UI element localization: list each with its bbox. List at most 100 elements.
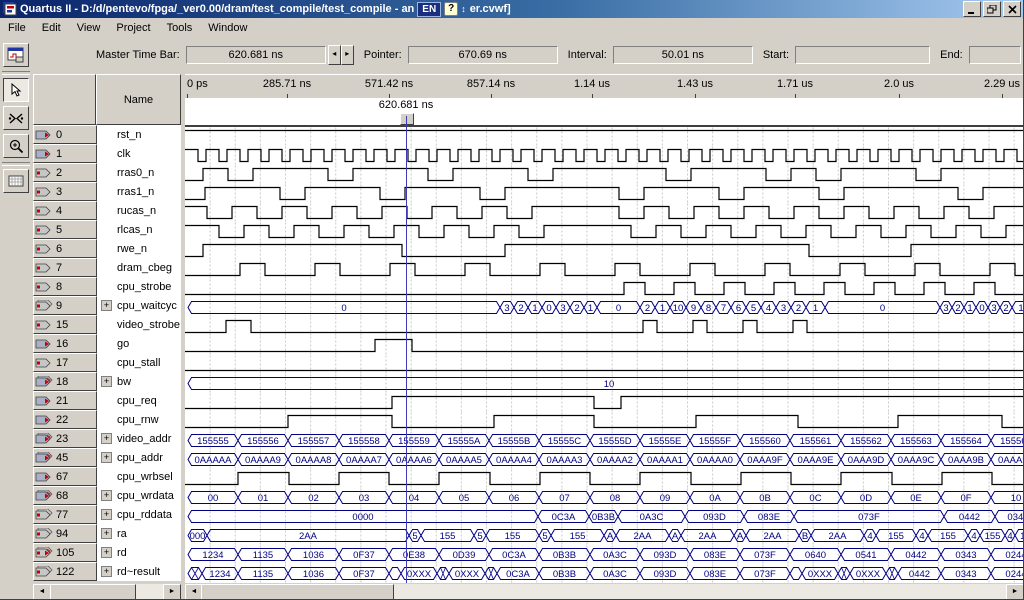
master-time-bar-handle[interactable] xyxy=(400,113,414,125)
waveform-row-cpu_wrbsel[interactable] xyxy=(185,469,1024,488)
help-icon[interactable]: ? xyxy=(444,2,458,16)
signal-index-122[interactable]: 122 xyxy=(33,562,97,581)
restore-button[interactable] xyxy=(983,1,1001,17)
signal-name-cell[interactable]: dram_cbeg xyxy=(97,258,181,277)
minimize-button[interactable] xyxy=(963,1,981,17)
signal-row-go[interactable]: 16go xyxy=(33,334,181,353)
waveform-row-rras1_n[interactable] xyxy=(185,184,1024,203)
menu-project[interactable]: Project xyxy=(108,20,158,36)
scroll-thumb[interactable] xyxy=(50,584,136,600)
scroll-right-button[interactable]: ► xyxy=(1006,584,1024,600)
waveform-row-bw[interactable]: 10 xyxy=(185,374,1024,393)
signal-index-5[interactable]: 5 xyxy=(33,220,97,239)
waveform-row-cpu_stall[interactable] xyxy=(185,355,1024,374)
signal-name-cell[interactable]: rras1_n xyxy=(97,182,181,201)
signal-row-dram_cbeg[interactable]: 7dram_cbeg xyxy=(33,258,181,277)
signal-row-cpu_req[interactable]: 21cpu_req xyxy=(33,391,181,410)
signal-name-cell[interactable]: rucas_n xyxy=(97,201,181,220)
waveform-row-ra[interactable]: 0002AA515551555155A2AAA2AAA2AAB2AA415541… xyxy=(185,526,1024,545)
signal-name-cell[interactable]: +bw xyxy=(97,372,181,391)
signal-name-cell[interactable]: cpu_req xyxy=(97,391,181,410)
signal-name-cell[interactable]: +rd~result xyxy=(97,562,181,581)
waveform-row-rucas_n[interactable] xyxy=(185,203,1024,222)
waveform-row-go[interactable] xyxy=(185,336,1024,355)
expand-plus-icon[interactable]: + xyxy=(101,452,112,463)
signal-index-15[interactable]: 15 xyxy=(33,315,97,334)
signal-index-17[interactable]: 17 xyxy=(33,353,97,372)
waveform-row-cpu_rddata[interactable]: 00000C3A0B3B0A3C093D083E073F04420343 xyxy=(185,507,1024,526)
waveform-row-cpu_strobe[interactable] xyxy=(185,279,1024,298)
signal-index-23[interactable]: 23 xyxy=(33,429,97,448)
expand-plus-icon[interactable]: + xyxy=(101,300,112,311)
expand-plus-icon[interactable]: + xyxy=(101,376,112,387)
expand-plus-icon[interactable]: + xyxy=(101,490,112,501)
signal-row-rd[interactable]: 105+rd xyxy=(33,543,181,562)
signal-index-4[interactable]: 4 xyxy=(33,201,97,220)
signal-index-2[interactable]: 2 xyxy=(33,163,97,182)
waveform-row-rras0_n[interactable] xyxy=(185,165,1024,184)
signal-row-video_strobe[interactable]: 15video_strobe xyxy=(33,315,181,334)
waveform-row-rd~result[interactable]: 1234113510360F370XXX0XXX0C3A0B3B0A3C093D… xyxy=(185,564,1024,583)
signal-name-cell[interactable]: rras0_n xyxy=(97,163,181,182)
signal-name-cell[interactable]: rst_n xyxy=(97,125,181,144)
signal-row-rlcas_n[interactable]: 5rlcas_n xyxy=(33,220,181,239)
signal-index-45[interactable]: 45 xyxy=(33,448,97,467)
signal-name-cell[interactable]: +ra xyxy=(97,524,181,543)
signal-name-cell[interactable]: cpu_strobe xyxy=(97,277,181,296)
expand-plus-icon[interactable]: + xyxy=(101,528,112,539)
waveform-row-cpu_req[interactable] xyxy=(185,393,1024,412)
signal-row-cpu_wrbsel[interactable]: 67cpu_wrbsel xyxy=(33,467,181,486)
signal-row-clk[interactable]: 1clk xyxy=(33,144,181,163)
waveform-row-rd[interactable]: 1234113510360F370E380D390C3A0B3B0A3C093D… xyxy=(185,545,1024,564)
menu-window[interactable]: Window xyxy=(200,20,255,36)
signal-name-cell[interactable]: cpu_stall xyxy=(97,353,181,372)
signal-index-16[interactable]: 16 xyxy=(33,334,97,353)
expand-plus-icon[interactable]: + xyxy=(101,433,112,444)
signal-row-video_addr[interactable]: 23+video_addr xyxy=(33,429,181,448)
signal-index-1[interactable]: 1 xyxy=(33,144,97,163)
name-column-header[interactable]: Name xyxy=(96,74,181,125)
signal-index-77[interactable]: 77 xyxy=(33,505,97,524)
waveform-row-dram_cbeg[interactable] xyxy=(185,260,1024,279)
scroll-right-button[interactable]: ► xyxy=(163,584,181,600)
signal-index-21[interactable]: 21 xyxy=(33,391,97,410)
signal-row-cpu_addr[interactable]: 45+cpu_addr xyxy=(33,448,181,467)
signal-index-9[interactable]: 9 xyxy=(33,296,97,315)
scroll-thumb[interactable] xyxy=(201,584,394,600)
signal-name-cell[interactable]: +cpu_wrdata xyxy=(97,486,181,505)
signal-index-22[interactable]: 22 xyxy=(33,410,97,429)
signal-name-cell[interactable]: cpu_rnw xyxy=(97,410,181,429)
signal-row-rucas_n[interactable]: 4rucas_n xyxy=(33,201,181,220)
signal-name-cell[interactable]: +rd xyxy=(97,543,181,562)
signal-index-6[interactable]: 6 xyxy=(33,239,97,258)
snap-to-transition-tool-button[interactable] xyxy=(3,106,29,130)
menu-view[interactable]: View xyxy=(69,20,109,36)
signal-name-cell[interactable]: +video_addr xyxy=(97,429,181,448)
close-button[interactable] xyxy=(1003,1,1021,17)
waveform-row-rwe_n[interactable] xyxy=(185,241,1024,260)
grid-tool-button[interactable] xyxy=(3,169,29,193)
waveform-row-rst_n[interactable] xyxy=(185,127,1024,146)
signal-row-rras0_n[interactable]: 2rras0_n xyxy=(33,163,181,182)
menu-file[interactable]: File xyxy=(0,20,34,36)
signal-row-cpu_strobe[interactable]: 8cpu_strobe xyxy=(33,277,181,296)
waveform-row-video_strobe[interactable] xyxy=(185,317,1024,336)
name-panel-hscrollbar[interactable]: ◄ ► xyxy=(33,583,181,600)
signal-name-cell[interactable]: rwe_n xyxy=(97,239,181,258)
signal-row-cpu_wrdata[interactable]: 68+cpu_wrdata xyxy=(33,486,181,505)
title-bar[interactable]: Quartus II - D:/d/pentevo/fpga/_ver0.00/… xyxy=(0,0,1023,18)
signal-index-68[interactable]: 68 xyxy=(33,486,97,505)
signal-name-cell[interactable]: +cpu_waitcyc xyxy=(97,296,181,315)
signal-row-cpu_waitcyc[interactable]: 9+cpu_waitcyc xyxy=(33,296,181,315)
waveform-hscrollbar[interactable]: ◄ ► xyxy=(185,583,1024,600)
zoom-tool-button[interactable] xyxy=(3,134,29,158)
signal-row-ra[interactable]: 94+ra xyxy=(33,524,181,543)
signal-index-105[interactable]: 105 xyxy=(33,543,97,562)
waveform-row-video_addr[interactable]: 15555515555615555715555815555915555A1555… xyxy=(185,431,1024,450)
signal-row-bw[interactable]: 18+bw xyxy=(33,372,181,391)
master-time-bar-cursor-line[interactable] xyxy=(406,116,407,583)
signal-index-94[interactable]: 94 xyxy=(33,524,97,543)
signal-index-3[interactable]: 3 xyxy=(33,182,97,201)
signal-name-cell[interactable]: cpu_wrbsel xyxy=(97,467,181,486)
waveform-editor-button[interactable] xyxy=(3,43,29,67)
